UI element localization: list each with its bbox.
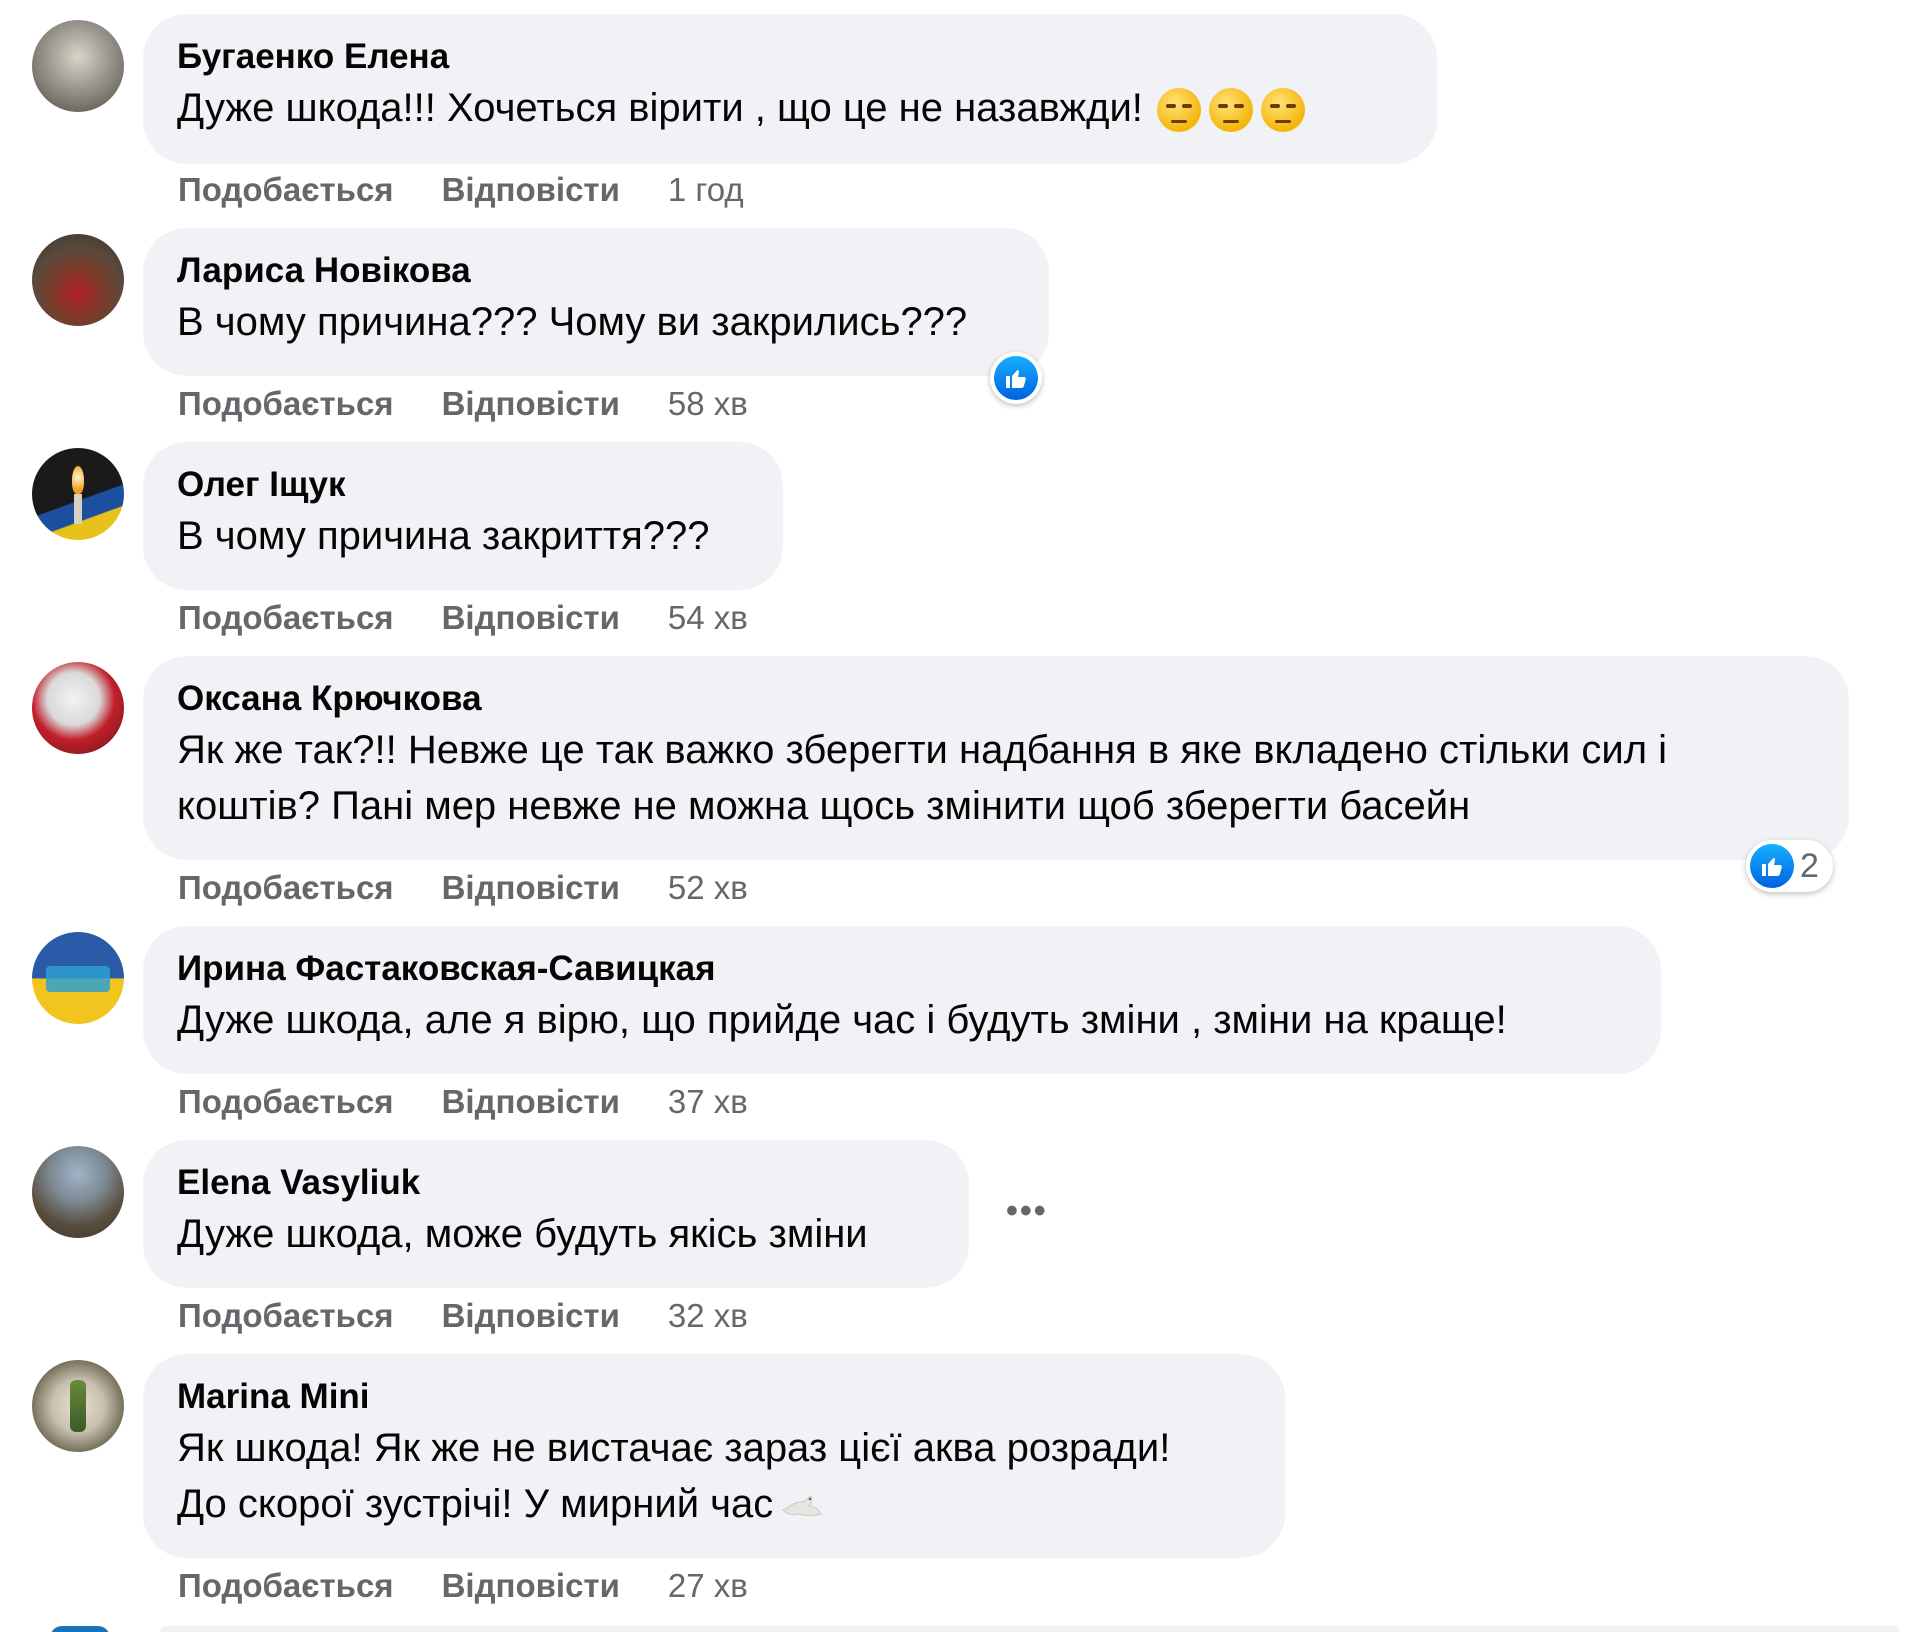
comment-actions: Подобається Відповісти 54 хв	[178, 598, 748, 638]
reply-button[interactable]: Відповісти	[442, 170, 620, 210]
comment-actions: Подобається Відповісти 58 хв	[178, 384, 748, 424]
comment-text: Як же так?!! Невже це так важко зберегти…	[177, 728, 1668, 828]
like-button[interactable]: Подобається	[178, 1296, 394, 1336]
comment-bubble: Elena Vasyliuk Дуже шкода, може будуть я…	[143, 1140, 969, 1288]
comment-bubble: Олег Іщук В чому причина закриття???	[143, 442, 783, 590]
comment-actions: Подобається Відповісти 37 хв	[178, 1082, 748, 1122]
like-button[interactable]: Подобається	[178, 170, 394, 210]
reply-button[interactable]: Відповісти	[442, 384, 620, 424]
avatar[interactable]	[32, 662, 124, 754]
comment-text: В чому причина закриття???	[177, 514, 710, 558]
avatar[interactable]	[32, 932, 124, 1024]
comment-author[interactable]: Ирина Фастаковская-Савицкая	[177, 946, 1627, 992]
comment-text: В чому причина??? Чому ви закрились???	[177, 300, 968, 344]
like-button[interactable]: Подобається	[178, 384, 394, 424]
pensive-face-icon	[1208, 88, 1253, 133]
like-button[interactable]: Подобається	[178, 1566, 394, 1606]
comment-author[interactable]: Бугаенко Елена	[177, 34, 1403, 80]
comment-author[interactable]: Лариса Новікова	[177, 248, 1015, 294]
comment-text: Дуже шкода!!! Хочеться вірити , що це не…	[177, 80, 1403, 136]
comment-timestamp[interactable]: 32 хв	[668, 1296, 748, 1336]
comments-section: Бугаенко Елена Дуже шкода!!! Хочеться ві…	[0, 0, 1920, 1632]
reply-button[interactable]: Відповісти	[442, 868, 620, 908]
comment-actions: Подобається Відповісти 1 год	[178, 170, 744, 210]
like-button[interactable]: Подобається	[178, 1082, 394, 1122]
comment-author[interactable]: Marina Mini	[177, 1374, 1251, 1420]
next-comment-bubble	[160, 1626, 1900, 1632]
comment-timestamp[interactable]: 1 год	[668, 170, 744, 210]
avatar[interactable]	[32, 1360, 124, 1452]
reply-button[interactable]: Відповісти	[442, 598, 620, 638]
comment-bubble: Marina Mini Як шкода! Як же не вистачає …	[143, 1354, 1285, 1558]
comment-actions: Подобається Відповісти 52 хв	[178, 868, 748, 908]
pensive-face-icon	[1156, 88, 1201, 133]
comment-timestamp[interactable]: 27 хв	[668, 1566, 748, 1606]
avatar[interactable]	[32, 1146, 124, 1238]
reply-button[interactable]: Відповісти	[442, 1296, 620, 1336]
comment-actions: Подобається Відповісти 32 хв	[178, 1296, 748, 1336]
comment-actions: Подобається Відповісти 27 хв	[178, 1566, 748, 1606]
reaction-count: 2	[1800, 846, 1819, 885]
avatar[interactable]	[32, 234, 124, 326]
comment-bubble: Лариса Новікова В чому причина??? Чому в…	[143, 228, 1049, 376]
next-comment-avatar[interactable]	[50, 1626, 110, 1632]
reply-button[interactable]: Відповісти	[442, 1566, 620, 1606]
comment-timestamp[interactable]: 54 хв	[668, 598, 748, 638]
pensive-face-icon	[1260, 88, 1305, 133]
comment-bubble: Ирина Фастаковская-Савицкая Дуже шкода, …	[143, 926, 1661, 1074]
comment-bubble: Оксана Крючкова Як же так?!! Невже це та…	[143, 656, 1849, 860]
comment-bubble: Бугаенко Елена Дуже шкода!!! Хочеться ві…	[143, 14, 1437, 164]
comment-author[interactable]: Оксана Крючкова	[177, 676, 1815, 722]
comment-timestamp[interactable]: 37 хв	[668, 1082, 748, 1122]
comment-text: Дуже шкода, але я вірю, що прийде час і …	[177, 998, 1507, 1042]
more-options-icon[interactable]: •••	[1006, 1192, 1048, 1231]
comment-author[interactable]: Олег Іщук	[177, 462, 749, 508]
like-button[interactable]: Подобається	[178, 598, 394, 638]
comment-text: Дуже шкода, може будуть якісь зміни	[177, 1212, 868, 1256]
avatar[interactable]	[32, 20, 124, 112]
comment-timestamp[interactable]: 58 хв	[668, 384, 748, 424]
reaction-badge[interactable]	[990, 352, 1042, 404]
like-button[interactable]: Подобається	[178, 868, 394, 908]
reply-button[interactable]: Відповісти	[442, 1082, 620, 1122]
like-icon	[994, 356, 1038, 400]
comment-author[interactable]: Elena Vasyliuk	[177, 1160, 935, 1206]
comment-timestamp[interactable]: 52 хв	[668, 868, 748, 908]
like-icon	[1750, 844, 1794, 888]
comment-text: Як шкода! Як же не вистачає зараз цієї а…	[177, 1426, 1171, 1526]
avatar[interactable]	[32, 448, 124, 540]
dove-icon	[782, 1495, 822, 1517]
reaction-badge[interactable]: 2	[1746, 840, 1833, 892]
